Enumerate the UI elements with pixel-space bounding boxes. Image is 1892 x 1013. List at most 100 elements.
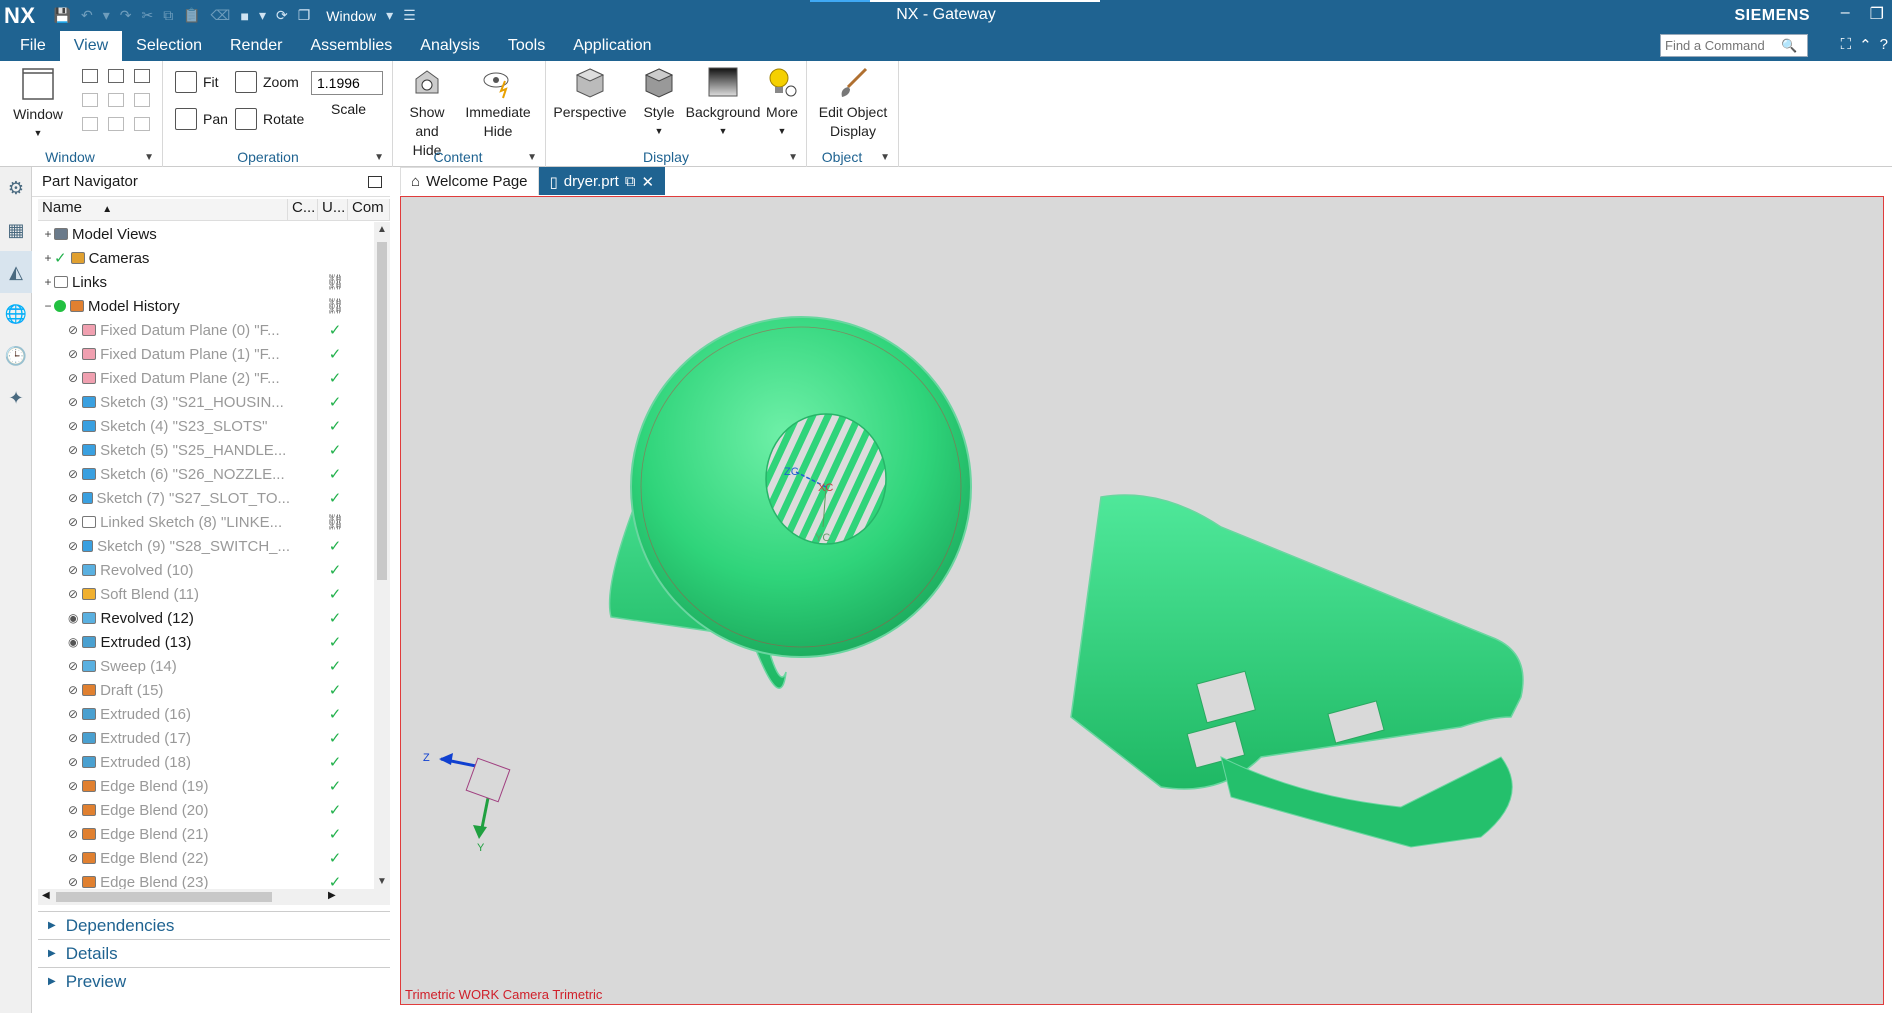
window-menu[interactable]: Window <box>326 8 376 24</box>
scroll-right-icon[interactable]: ▶ <box>328 890 336 901</box>
assembly-navigator-icon[interactable]: ▦ <box>0 209 32 251</box>
save-icon[interactable]: 💾 <box>54 7 71 24</box>
menu-application[interactable]: Application <box>559 31 665 61</box>
undock-icon[interactable]: ⧉ <box>625 173 636 190</box>
close-tab-icon[interactable]: ✕ <box>642 173 655 191</box>
checkbox-checked-icon[interactable]: ✓ <box>54 249 67 267</box>
scroll-down-icon[interactable]: ▼ <box>377 876 387 887</box>
tab-welcome-page[interactable]: ⌂ Welcome Page <box>400 167 539 195</box>
vertical-scroll-thumb[interactable] <box>377 242 387 580</box>
column-comment[interactable]: Com <box>348 199 390 220</box>
undo-icon[interactable]: ↶ <box>81 7 93 24</box>
tree-row[interactable]: ⊘ Fixed Datum Plane (1) "F... ✓ <box>38 342 374 366</box>
column-current[interactable]: C... <box>288 199 318 220</box>
hidden-eye-icon[interactable]: ⊘ <box>68 371 78 385</box>
tree-row[interactable]: ⊘ Edge Blend (22) ✓ <box>38 846 374 870</box>
immediate-hide-button[interactable]: Immediate Hide <box>463 65 533 141</box>
tree-row[interactable]: ⊘ Soft Blend (11) ✓ <box>38 582 374 606</box>
hidden-eye-icon[interactable]: ⊘ <box>68 563 78 577</box>
tree-row[interactable]: ⊘ Fixed Datum Plane (0) "F... ✓ <box>38 318 374 342</box>
window-button[interactable]: Window ▼ <box>8 67 68 143</box>
hidden-eye-icon[interactable]: ⊘ <box>68 491 78 505</box>
edit-object-display-button[interactable]: Edit Object Display <box>813 65 893 141</box>
hidden-eye-icon[interactable]: ⊘ <box>68 875 78 889</box>
maximize-panel-icon[interactable] <box>368 176 382 188</box>
zoom-button[interactable]: Zoom <box>235 71 299 93</box>
repeat-command-icon[interactable]: ⟳ <box>276 7 288 24</box>
web-browser-icon[interactable]: 🌐 <box>0 293 32 335</box>
hidden-eye-icon[interactable]: ⊘ <box>68 755 78 769</box>
tree-row[interactable]: ⊘ Sketch (7) "S27_SLOT_TO... ✓ <box>38 486 374 510</box>
tree-row[interactable]: ⊘ Extruded (16) ✓ <box>38 702 374 726</box>
window-group-arrow-icon[interactable]: ▼ <box>144 152 154 163</box>
tree-row[interactable]: ⊘ Revolved (10) ✓ <box>38 558 374 582</box>
scale-input[interactable] <box>311 71 383 95</box>
perspective-button[interactable]: Perspective <box>552 65 628 122</box>
tree-row[interactable]: ◉ Revolved (12) ✓ <box>38 606 374 630</box>
dryer-handle[interactable] <box>1070 494 1524 790</box>
layout-two-horizontal-icon[interactable] <box>134 69 150 83</box>
redo-icon[interactable]: ↷ <box>120 7 132 24</box>
panel-dependencies[interactable]: ▶ Dependencies <box>38 911 390 939</box>
tree-row[interactable]: ⊘ Sketch (3) "S21_HOUSIN... ✓ <box>38 390 374 414</box>
background-button[interactable]: Background ▼ <box>684 65 762 141</box>
hidden-eye-icon[interactable]: ⊘ <box>68 587 78 601</box>
tree-row[interactable]: ⊘ Sketch (9) "S28_SWITCH_... ✓ <box>38 534 374 558</box>
tree-expander-icon[interactable]: + <box>42 275 54 289</box>
rotate-button[interactable]: Rotate <box>235 108 304 130</box>
air-intake-grille[interactable] <box>765 413 887 545</box>
menu-file[interactable]: File <box>0 31 60 61</box>
hidden-eye-icon[interactable]: ⊘ <box>68 395 78 409</box>
tree-row[interactable]: ⊘ Extruded (18) ✓ <box>38 750 374 774</box>
hidden-eye-icon[interactable]: ⊘ <box>68 323 78 337</box>
undo-dropdown-icon[interactable]: ▾ <box>103 7 110 24</box>
layout-single-icon[interactable] <box>82 69 98 83</box>
tree-row[interactable]: ⊘ Extruded (17) ✓ <box>38 726 374 750</box>
tab-dryer-prt[interactable]: ▯ dryer.prt ⧉ ✕ <box>538 167 666 195</box>
tree-row[interactable]: ⊘ Draft (15) ✓ <box>38 678 374 702</box>
tree-row[interactable]: ⊘ Edge Blend (20) ✓ <box>38 798 374 822</box>
tree-row[interactable]: ⊘ Sweep (14) ✓ <box>38 654 374 678</box>
tree-expander-icon[interactable]: + <box>42 251 54 265</box>
customize-toolbar-icon[interactable]: ☰ <box>403 7 416 24</box>
layout-two-vertical-icon[interactable] <box>108 69 124 83</box>
menu-analysis[interactable]: Analysis <box>406 31 494 61</box>
panel-details[interactable]: ▶ Details <box>38 939 390 967</box>
scroll-up-icon[interactable]: ▲ <box>377 224 387 235</box>
display-group-arrow-icon[interactable]: ▼ <box>788 152 798 163</box>
column-name[interactable]: Name ▲ <box>38 199 288 220</box>
layout-three-icon[interactable] <box>82 93 98 107</box>
hidden-eye-icon[interactable]: ⊘ <box>68 731 78 745</box>
hidden-eye-icon[interactable]: ⊘ <box>68 347 78 361</box>
tree-row[interactable]: ⊘ Fixed Datum Plane (2) "F... ✓ <box>38 366 374 390</box>
tree-expander-icon[interactable]: + <box>42 227 54 241</box>
history-clock-icon[interactable]: 🕒 <box>0 335 32 377</box>
object-group-arrow-icon[interactable]: ▼ <box>880 152 890 163</box>
switch-window-icon[interactable]: ❐ <box>298 7 311 24</box>
fullscreen-icon[interactable]: ⛶ <box>1841 36 1852 54</box>
hidden-eye-icon[interactable]: ⊘ <box>68 443 78 457</box>
copy-icon[interactable]: ⧉ <box>163 7 173 24</box>
part-navigator-icon[interactable]: ◭ <box>0 251 32 293</box>
layout-nine-icon[interactable] <box>134 117 150 131</box>
style-button[interactable]: Style ▼ <box>636 65 682 141</box>
scroll-left-icon[interactable]: ◀ <box>42 890 50 901</box>
pan-button[interactable]: Pan <box>175 108 228 130</box>
tree-row[interactable]: + Model Views <box>38 222 374 246</box>
navigator-horizontal-scrollbar[interactable]: ◀ ▶ <box>38 889 390 905</box>
layout-four-icon[interactable] <box>108 93 124 107</box>
tree-row[interactable]: ⊘ Sketch (4) "S23_SLOTS" ✓ <box>38 414 374 438</box>
tree-row[interactable]: − Model History ⛓ <box>38 294 374 318</box>
tree-row[interactable]: + ✓ Cameras <box>38 246 374 270</box>
fit-button[interactable]: Fit <box>175 71 219 93</box>
hidden-eye-icon[interactable]: ⊘ <box>68 419 78 433</box>
tree-row[interactable]: ◉ Extruded (13) ✓ <box>38 630 374 654</box>
menu-view[interactable]: View <box>59 31 123 61</box>
navigator-vertical-scrollbar[interactable]: ▲ ▼ <box>374 222 390 889</box>
menu-tools[interactable]: Tools <box>494 31 559 61</box>
delete-icon[interactable]: ⌫ <box>211 7 231 24</box>
content-group-arrow-icon[interactable]: ▼ <box>527 152 537 163</box>
reuse-library-icon[interactable]: ✦ <box>0 377 32 419</box>
tree-row[interactable]: ⊘ Edge Blend (19) ✓ <box>38 774 374 798</box>
hidden-eye-icon[interactable]: ⊘ <box>68 659 78 673</box>
